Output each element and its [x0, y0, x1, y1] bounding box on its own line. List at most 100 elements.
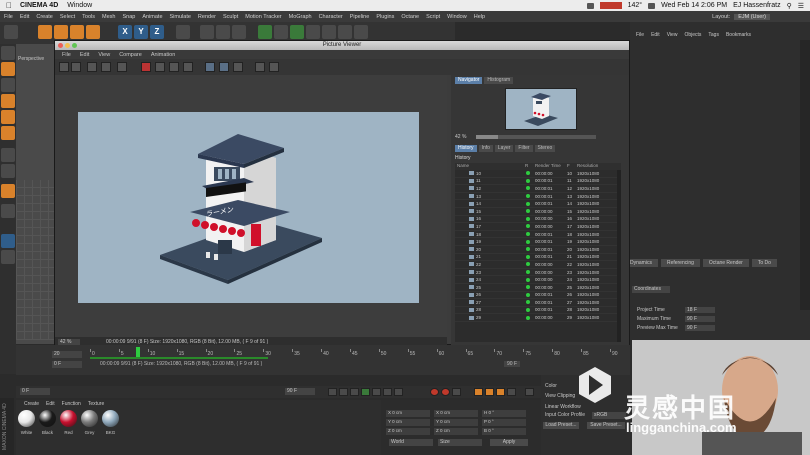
- coordinate-field[interactable]: Z 0 cm: [434, 428, 478, 435]
- history-row[interactable]: 17 00:00:00 17 1920x1080: [455, 223, 621, 231]
- pingpong-icon[interactable]: [269, 62, 279, 72]
- coordinate-field[interactable]: Y 0 cm: [386, 419, 430, 426]
- material-menu-texture[interactable]: Texture: [88, 401, 104, 407]
- save-icon[interactable]: [71, 62, 81, 72]
- history-row[interactable]: 18 00:00:01 18 1920x1080: [455, 231, 621, 239]
- layout-dropdown[interactable]: EJM (User): [734, 13, 770, 20]
- load-preset-button[interactable]: Load Preset...: [543, 422, 579, 429]
- history-row[interactable]: 11 00:00:01 11 1920x1080: [455, 178, 621, 186]
- cube-icon[interactable]: [258, 25, 272, 39]
- c4d-menu-pipeline[interactable]: Pipeline: [350, 14, 370, 20]
- coordinate-field[interactable]: P 0 °: [482, 419, 526, 426]
- tab-history[interactable]: History: [455, 145, 477, 152]
- rotation-key-icon[interactable]: [496, 388, 505, 396]
- texture-mode-icon[interactable]: [1, 78, 15, 92]
- attribute-value[interactable]: 90 F: [685, 315, 715, 322]
- col-frame[interactable]: F: [567, 163, 577, 170]
- stop-render-icon[interactable]: [117, 62, 127, 72]
- history-row[interactable]: 23 00:00:00 23 1920x1080: [455, 269, 621, 277]
- render-settings-icon[interactable]: [232, 25, 246, 39]
- pv-menu-file[interactable]: File: [62, 52, 71, 58]
- pv-menu-view[interactable]: View: [98, 52, 110, 58]
- c4d-menu-character[interactable]: Character: [319, 14, 343, 20]
- compare-a-icon[interactable]: [169, 62, 179, 72]
- next-frame-icon[interactable]: [372, 388, 381, 396]
- stop-icon[interactable]: [141, 62, 151, 72]
- history-row[interactable]: 26 00:00:01 26 1920x1080: [455, 292, 621, 300]
- record-icon[interactable]: [430, 388, 439, 396]
- world-dropdown[interactable]: World: [389, 439, 433, 446]
- history-row[interactable]: 28 00:00:01 28 1920x1080: [455, 307, 621, 315]
- app-name[interactable]: CINEMA 4D: [20, 2, 58, 9]
- fit-icon[interactable]: [205, 62, 215, 72]
- transport-start-field[interactable]: 0 F: [20, 388, 50, 395]
- pv-menu-animation[interactable]: Animation: [151, 52, 175, 58]
- navigator-zoom-slider[interactable]: [476, 134, 597, 139]
- autokey-icon[interactable]: [441, 388, 450, 396]
- attribute-dropdown[interactable]: Coordinates: [632, 286, 670, 293]
- subdivision-icon[interactable]: [290, 25, 304, 39]
- timeline-playhead[interactable]: [136, 347, 141, 357]
- snap-icon[interactable]: [1, 184, 15, 198]
- menu-window[interactable]: Window: [67, 2, 92, 9]
- region-render-icon[interactable]: [101, 62, 111, 72]
- render-view-icon[interactable]: [200, 25, 214, 39]
- objmgr-menu-edit[interactable]: Edit: [651, 32, 660, 38]
- model-mode-icon[interactable]: [1, 62, 15, 76]
- ab-compare-icon[interactable]: [155, 62, 165, 72]
- history-row[interactable]: 19 00:00:01 19 1920x1080: [455, 238, 621, 246]
- tab-stereo[interactable]: Stereo: [534, 145, 556, 152]
- edges-mode-icon[interactable]: [1, 110, 15, 124]
- tab-navigator[interactable]: Navigator: [455, 77, 483, 84]
- search-icon[interactable]: ⚲: [787, 2, 792, 10]
- wifi-icon[interactable]: [648, 2, 656, 9]
- coord-system-icon[interactable]: [176, 25, 190, 39]
- c4d-menu-file[interactable]: File: [4, 14, 13, 20]
- tab-filter[interactable]: Filter: [515, 145, 533, 152]
- material-menu-create[interactable]: Create: [24, 401, 39, 407]
- history-row[interactable]: 14 00:00:01 14 1920x1080: [455, 200, 621, 208]
- history-row[interactable]: 22 00:00:00 22 1920x1080: [455, 261, 621, 269]
- history-row[interactable]: 13 00:00:01 13 1920x1080: [455, 193, 621, 201]
- next-key-icon[interactable]: [383, 388, 392, 396]
- history-row[interactable]: 16 00:00:00 16 1920x1080: [455, 216, 621, 224]
- zoom-field[interactable]: 42 %: [58, 338, 80, 345]
- material-menu-function[interactable]: Function: [62, 401, 81, 407]
- live-select-icon[interactable]: [38, 25, 52, 39]
- c4d-menu-mesh[interactable]: Mesh: [102, 14, 115, 20]
- apple-icon[interactable]: : [6, 1, 12, 10]
- material-ball[interactable]: [81, 410, 98, 427]
- pv-menu-edit[interactable]: Edit: [80, 52, 89, 58]
- scale-icon[interactable]: [70, 25, 84, 39]
- start-frame-field[interactable]: 0 F: [52, 361, 82, 368]
- open-icon[interactable]: [59, 62, 69, 72]
- size-dropdown[interactable]: Size: [438, 439, 482, 446]
- picture-viewer-canvas[interactable]: ラーメン: [55, 75, 447, 346]
- objmgr-menu-bookmarks[interactable]: Bookmarks: [726, 32, 751, 38]
- camera-icon[interactable]: [338, 25, 352, 39]
- attribute-value[interactable]: 18 F: [685, 306, 715, 313]
- col-r[interactable]: R: [525, 163, 535, 170]
- c4d-menu-help[interactable]: Help: [474, 14, 485, 20]
- navigator-thumbnail[interactable]: [505, 88, 577, 130]
- param-key-icon[interactable]: [507, 388, 516, 396]
- cloner-icon[interactable]: [306, 25, 320, 39]
- play-icon[interactable]: [361, 388, 370, 396]
- history-row[interactable]: 21 00:00:01 21 1920x1080: [455, 254, 621, 262]
- history-row[interactable]: 10 00:00:00 10 1920x1080: [455, 170, 621, 178]
- x-axis-icon[interactable]: X: [118, 25, 132, 39]
- y-axis-icon[interactable]: Y: [134, 25, 148, 39]
- prev-frame-icon[interactable]: [350, 388, 359, 396]
- attr-tab-referencing[interactable]: Referencing: [660, 259, 700, 267]
- attr-tab-to-do[interactable]: To Do: [751, 259, 777, 267]
- history-row[interactable]: 27 00:00:01 27 1920x1080: [455, 299, 621, 307]
- material-ball[interactable]: [18, 410, 35, 427]
- current-frame-field[interactable]: 20: [52, 351, 82, 358]
- full-icon[interactable]: [219, 62, 229, 72]
- c4d-menu-snap[interactable]: Snap: [122, 14, 135, 20]
- channel-icon[interactable]: [233, 62, 243, 72]
- apply-button[interactable]: Apply: [490, 439, 528, 446]
- material-ball[interactable]: [39, 410, 56, 427]
- attribute-value[interactable]: 90 F: [685, 324, 715, 331]
- c4d-menu-window[interactable]: Window: [447, 14, 467, 20]
